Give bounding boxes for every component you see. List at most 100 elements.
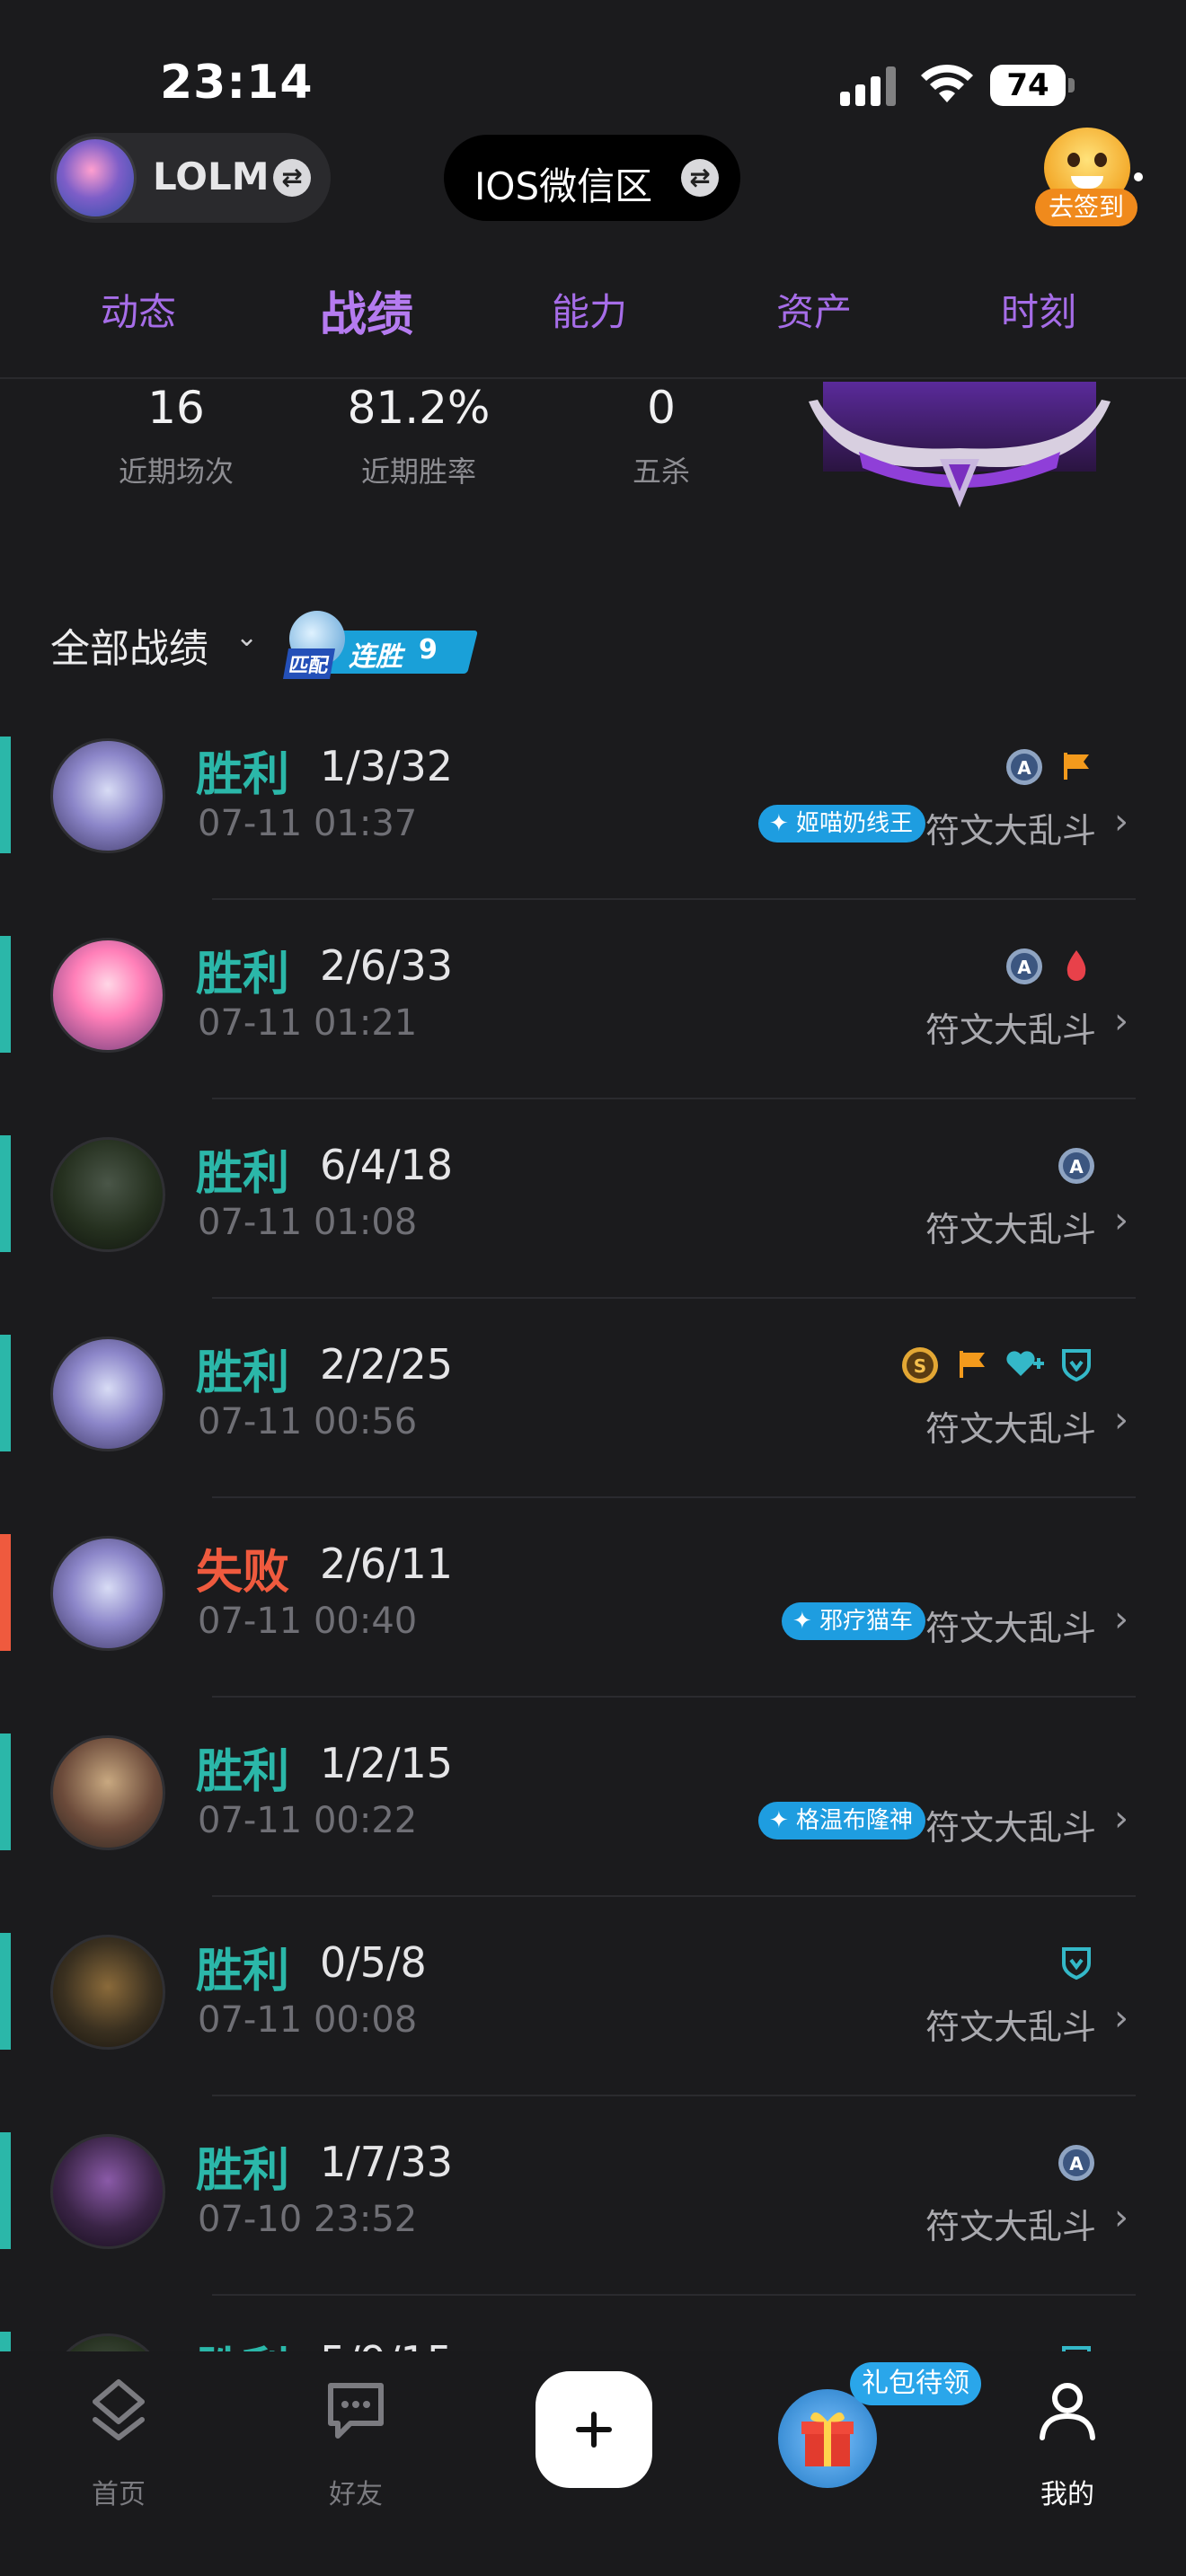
sign-in-label: 去签到 [1035, 189, 1137, 226]
match-result: 胜利 [196, 2144, 290, 2198]
result-indicator [0, 936, 11, 1053]
stat-recent-games-label: 近期场次 [118, 454, 234, 489]
chevron-down-icon[interactable]: ⌄ [235, 622, 258, 653]
blood-drop-icon [1055, 943, 1098, 986]
svg-text:A: A [1017, 957, 1031, 978]
match-result: 胜利 [196, 1945, 290, 1998]
match-kda: 2/6/11 [320, 1539, 454, 1588]
chevron-right-icon[interactable]: › [1114, 1200, 1128, 1241]
tab-dynamics[interactable]: 动态 [101, 282, 176, 337]
match-tag: ✦ 格温布隆神 [757, 1802, 925, 1839]
match-kda: 1/3/32 [320, 742, 454, 790]
gift-badge[interactable]: 礼包待领 [850, 2362, 981, 2405]
match-kda: 2/6/33 [320, 941, 454, 990]
champion-avatar [50, 738, 165, 853]
match-time: 07-11 01:21 [198, 1002, 418, 1044]
match-time: 07-11 01:08 [198, 1202, 418, 1243]
match-kda: 1/2/15 [320, 1739, 454, 1787]
chevron-right-icon[interactable]: › [1114, 1599, 1128, 1640]
shield-icon [1055, 2339, 1098, 2351]
row-divider [212, 2095, 1136, 2096]
champion-avatar [50, 938, 165, 1053]
match-mode: 符文大乱斗 [925, 2007, 1096, 2047]
match-list: 胜利 1/3/32 07-11 01:37 符文大乱斗 › ✦ 姬喵奶线王 A 胜利 2/6/3… [0, 719, 1186, 2351]
row-divider [212, 1297, 1136, 1299]
swap-icon: ⇄ [681, 159, 719, 197]
rank-emblem-icon [809, 382, 1111, 507]
server-switcher[interactable]: IOS微信区 ⇄ [444, 135, 740, 221]
result-indicator [0, 1933, 11, 2050]
s-rank-icon: S [898, 1342, 942, 1385]
match-time: 07-11 00:56 [198, 1401, 418, 1442]
result-indicator [0, 2332, 11, 2351]
chevron-right-icon[interactable]: › [1114, 1798, 1128, 1839]
match-kda: 6/4/18 [320, 1141, 454, 1189]
chevron-right-icon[interactable]: › [1114, 1001, 1128, 1042]
nav-home-label: 首页 [92, 2479, 146, 2510]
match-row[interactable]: 胜利 2/2/25 07-11 00:56 符文大乱斗 › S [0, 1317, 1186, 1516]
streak-mode-label: 匹配 [283, 648, 336, 679]
result-indicator [0, 1534, 11, 1651]
avatar [54, 137, 137, 219]
account-name: LOLM [153, 154, 270, 198]
tab-records[interactable]: 战绩 [320, 277, 413, 344]
stat-pentakill-label: 五杀 [632, 454, 690, 489]
svg-text:S: S [914, 1355, 926, 1377]
match-result: 失败 [196, 1546, 290, 1600]
row-divider [212, 1895, 1136, 1897]
svg-text:A: A [1069, 1156, 1084, 1178]
sign-in-button[interactable]: 去签到 [1033, 126, 1143, 230]
chevron-right-icon[interactable]: › [1114, 2197, 1128, 2238]
result-indicator [0, 737, 11, 853]
shield-icon [1055, 1342, 1098, 1385]
match-row[interactable]: 胜利 0/5/8 07-11 00:08 符文大乱斗 › [0, 1915, 1186, 2114]
match-mode: 符文大乱斗 [925, 1210, 1096, 1249]
account-switcher[interactable]: LOLM ⇄ [50, 133, 331, 223]
create-plus-button[interactable] [535, 2371, 652, 2488]
match-mode: 符文大乱斗 [925, 1010, 1096, 1050]
svg-text:A: A [1017, 757, 1031, 779]
record-filter[interactable]: 全部战绩 [50, 616, 208, 674]
row-divider [212, 1098, 1136, 1099]
cellular-signal-icon [840, 65, 896, 106]
match-mode: 符文大乱斗 [925, 1808, 1096, 1848]
result-indicator [0, 2132, 11, 2249]
a-rank-icon: A [1003, 943, 1046, 986]
server-name: IOS微信区 [474, 164, 653, 208]
match-row[interactable]: 胜利 6/4/18 07-11 01:08 符文大乱斗 › A [0, 1117, 1186, 1317]
match-row[interactable]: 胜利 1/7/33 07-10 23:52 符文大乱斗 › A [0, 2114, 1186, 2314]
profile-icon [1040, 2383, 1095, 2440]
chevron-right-icon[interactable]: › [1114, 801, 1128, 842]
gift-box-icon [801, 2412, 854, 2466]
match-result: 胜利 [196, 1745, 290, 1799]
tab-assets[interactable]: 资产 [776, 282, 852, 337]
row-divider [212, 1696, 1136, 1698]
tab-ability[interactable]: 能力 [552, 282, 627, 337]
match-time: 07-11 01:37 [198, 803, 418, 844]
match-kda: 2/2/25 [320, 1340, 454, 1389]
bottom-nav: 首页 好友 礼包待领 我的 [0, 2351, 1186, 2576]
match-row[interactable]: 胜利 1/2/15 07-11 00:22 符文大乱斗 › ✦ 格温布隆神 [0, 1716, 1186, 1915]
divider [0, 377, 1186, 379]
result-indicator [0, 1135, 11, 1252]
gift-icon[interactable] [778, 2389, 877, 2488]
champion-avatar [50, 2134, 165, 2249]
match-result: 胜利 [196, 1147, 290, 1201]
chevron-right-icon[interactable]: › [1114, 1998, 1128, 2039]
match-row[interactable]: 胜利 2/6/33 07-11 01:21 符文大乱斗 › A [0, 918, 1186, 1117]
match-row[interactable]: 失败 2/6/11 07-11 00:40 符文大乱斗 › ✦ 邪疗猫车 [0, 1516, 1186, 1716]
match-row[interactable]: 胜利 1/3/32 07-11 01:37 符文大乱斗 › ✦ 姬喵奶线王 A [0, 719, 1186, 918]
nav-me-label: 我的 [1040, 2479, 1094, 2510]
streak-label: 连胜 [349, 641, 403, 673]
match-mode: 符文大乱斗 [925, 2207, 1096, 2246]
tab-moments[interactable]: 时刻 [1001, 282, 1076, 337]
champion-avatar [50, 1935, 165, 2050]
row-divider [212, 898, 1136, 900]
chevron-right-icon[interactable]: › [1114, 1399, 1128, 1441]
match-mode: 符文大乱斗 [925, 811, 1096, 851]
chat-icon [328, 2383, 384, 2439]
match-result: 胜利 [196, 2332, 289, 2351]
match-row[interactable]: 胜利 5/9/15 [0, 2314, 1186, 2351]
a-rank-icon: A [1055, 2139, 1098, 2183]
champion-avatar [50, 2333, 165, 2351]
